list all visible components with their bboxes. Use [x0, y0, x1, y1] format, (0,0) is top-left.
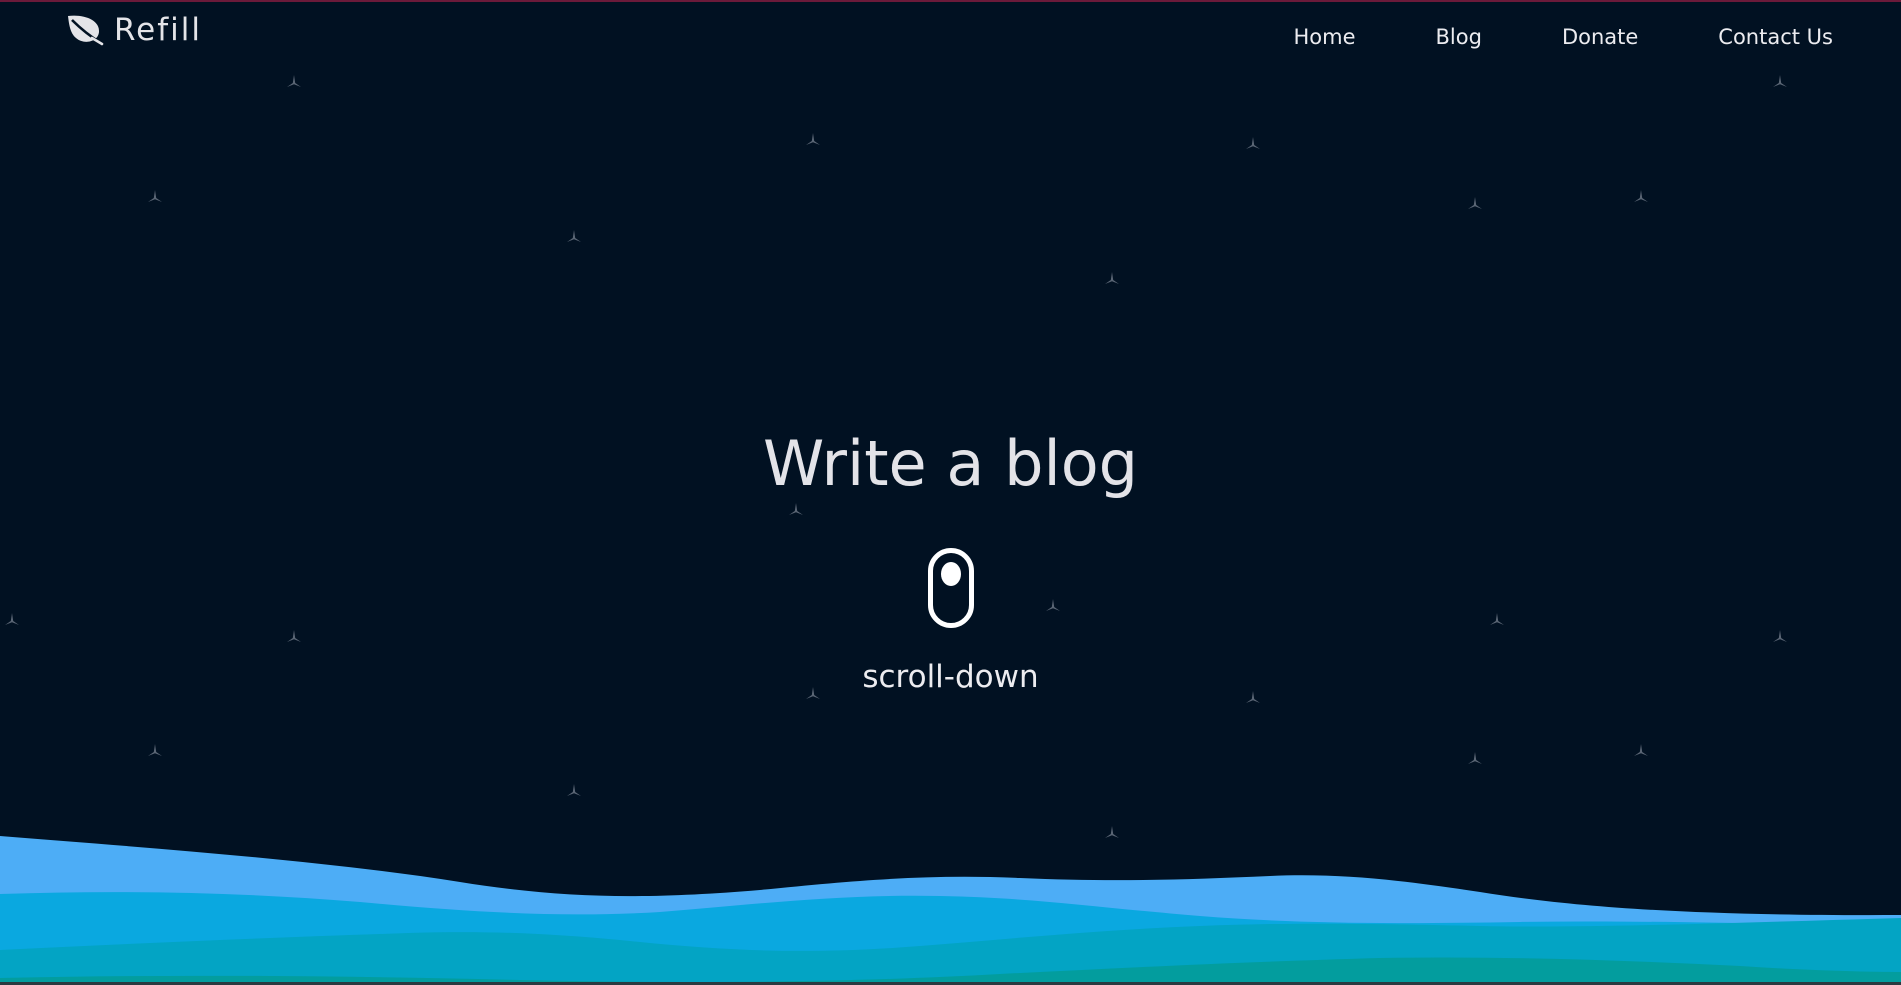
- page: Refill Home Blog Donate Contact Us Write…: [0, 0, 1901, 985]
- wave-decoration: [0, 836, 1901, 985]
- nav-link-blog[interactable]: Blog: [1436, 22, 1482, 52]
- leaf-icon: [66, 14, 104, 46]
- nav-link-home[interactable]: Home: [1294, 22, 1356, 52]
- nav-link-donate[interactable]: Donate: [1562, 22, 1638, 52]
- brand-name: Refill: [114, 11, 202, 48]
- mouse-scroll-icon[interactable]: [927, 547, 975, 629]
- brand[interactable]: Refill: [66, 14, 202, 46]
- hero-title: Write a blog: [763, 427, 1138, 500]
- nav-links: Home Blog Donate Contact Us: [1294, 22, 1834, 52]
- navbar: Refill Home Blog Donate Contact Us: [0, 0, 1901, 76]
- scroll-down-label[interactable]: scroll-down: [0, 658, 1901, 696]
- nav-link-contact-us[interactable]: Contact Us: [1718, 22, 1833, 52]
